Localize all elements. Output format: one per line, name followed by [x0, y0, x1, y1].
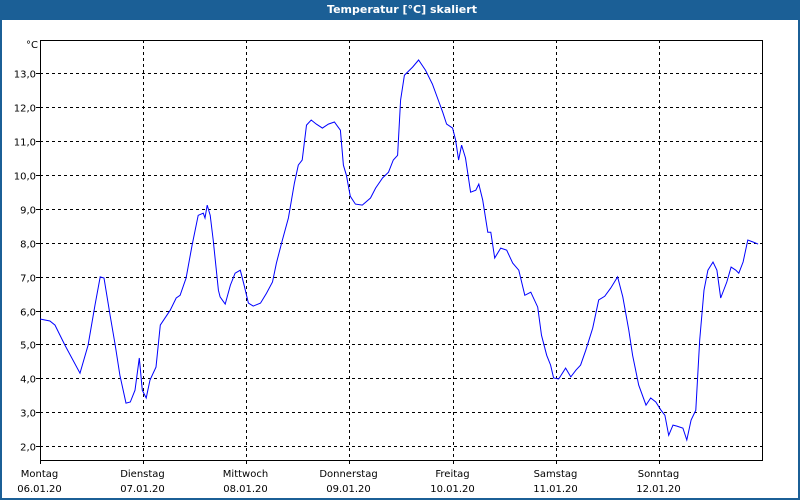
x-tick-date-label: 11.01.20: [533, 484, 578, 495]
x-tick-day-label: Donnerstag: [319, 469, 377, 480]
x-tick-date-label: 10.01.20: [430, 484, 475, 495]
y-tick-label: 9,0: [20, 206, 36, 217]
y-tick-label: 10,0: [14, 172, 36, 183]
x-tick-date-label: 12.01.20: [636, 484, 681, 495]
x-tick-date-label: 07.01.20: [120, 484, 165, 495]
x-tick-day-label: Freitag: [435, 469, 469, 480]
temperature-line: [39, 59, 759, 442]
y-axis-unit: °C: [26, 40, 38, 51]
y-tick-label: 11,0: [14, 138, 36, 149]
temperature-chart: °C 2,0 3,0 4,0 5,0 6,0 7,0 8,0 9,0 10,0 11,0 12,0 1…: [14, 40, 763, 495]
x-tick-day-label: Sonntag: [638, 469, 680, 480]
y-tick-label: 7,0: [20, 274, 36, 285]
x-tick-day-label: Samstag: [534, 469, 578, 480]
y-tick-label: 13,0: [14, 70, 36, 81]
x-tick-date-label: 06.01.20: [17, 484, 62, 495]
y-tick-label: 4,0: [20, 375, 36, 386]
y-tick-label: 12,0: [14, 104, 36, 115]
y-tick-label: 6,0: [20, 308, 36, 319]
x-tick-day-label: Mittwoch: [223, 469, 268, 480]
y-tick-label: 8,0: [20, 240, 36, 251]
y-tick-label: 2,0: [20, 443, 36, 454]
x-tick-day-label: Montag: [21, 469, 58, 480]
x-tick-date-label: 08.01.20: [223, 484, 268, 495]
y-tick-label: 3,0: [20, 409, 36, 420]
x-tick-day-label: Dienstag: [120, 469, 165, 480]
x-tick-date-label: 09.01.20: [326, 484, 371, 495]
y-tick-label: 5,0: [20, 341, 36, 352]
plot-frame: [40, 40, 763, 461]
